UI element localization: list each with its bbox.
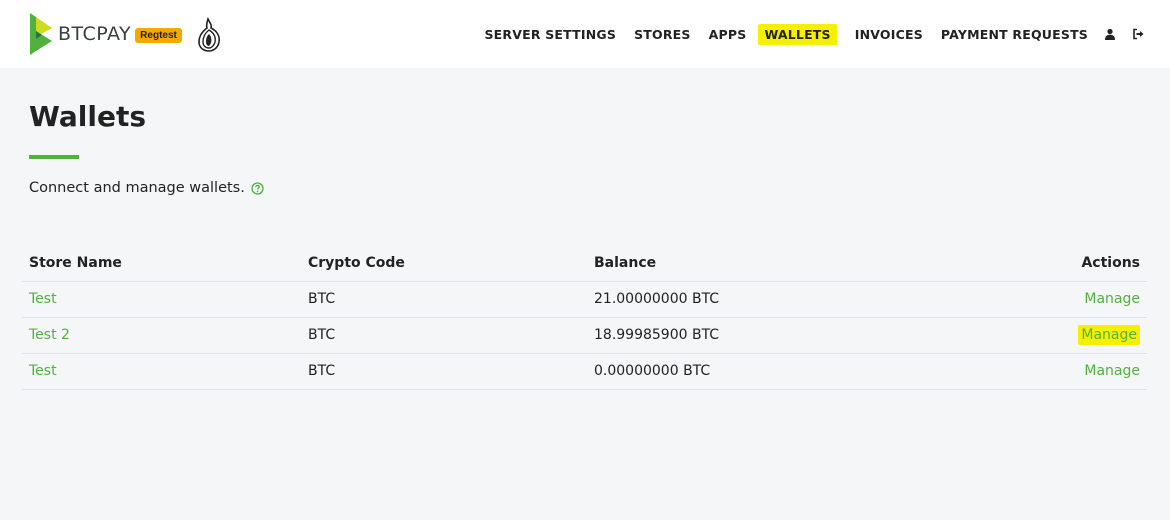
regtest-badge: Regtest: [135, 27, 182, 43]
nav-wallets[interactable]: WALLETS: [758, 23, 837, 45]
page-title: Wallets: [29, 100, 147, 133]
help-icon[interactable]: [251, 181, 264, 195]
header-balance: Balance: [587, 246, 887, 282]
tor-onion-icon: [198, 16, 220, 52]
nav-apps[interactable]: APPS: [709, 27, 747, 42]
header-actions: Actions: [887, 246, 1147, 282]
top-navbar: BTCPAY Regtest SERVER SETTINGS STORES AP…: [0, 0, 1170, 68]
crypto-code: BTC: [301, 281, 587, 318]
manage-link[interactable]: Manage: [1084, 291, 1140, 307]
nav-payment-requests[interactable]: PAYMENT REQUESTS: [941, 27, 1088, 42]
table-row: Test BTC 21.00000000 BTC Manage: [22, 281, 1147, 318]
store-link[interactable]: Test: [29, 291, 57, 307]
manage-link[interactable]: Manage: [1078, 325, 1140, 345]
store-link[interactable]: Test: [29, 363, 57, 379]
subtitle-text: Connect and manage wallets.: [29, 180, 245, 196]
balance: 0.00000000 BTC: [587, 353, 887, 390]
header-crypto-code: Crypto Code: [301, 246, 587, 282]
header-store-name: Store Name: [22, 246, 301, 282]
brand-logo[interactable]: BTCPAY Regtest: [28, 11, 182, 57]
user-icon[interactable]: [1104, 28, 1116, 40]
balance: 18.99985900 BTC: [587, 317, 887, 354]
wallets-table: Store Name Crypto Code Balance Actions T…: [22, 246, 1147, 390]
btcpay-logo-icon: [30, 13, 52, 55]
table-row: Test BTC 0.00000000 BTC Manage: [22, 353, 1147, 390]
nav-invoices[interactable]: INVOICES: [855, 27, 923, 42]
title-underline: [29, 155, 79, 159]
table-header-row: Store Name Crypto Code Balance Actions: [22, 246, 1147, 282]
page-subtitle: Connect and manage wallets.: [29, 180, 264, 196]
crypto-code: BTC: [301, 353, 587, 390]
store-link[interactable]: Test 2: [29, 327, 70, 343]
logout-icon[interactable]: [1132, 28, 1144, 40]
crypto-code: BTC: [301, 317, 587, 354]
main-nav: SERVER SETTINGS STORES APPS WALLETS INVO…: [466, 22, 1144, 46]
manage-link[interactable]: Manage: [1084, 363, 1140, 379]
table-row: Test 2 BTC 18.99985900 BTC Manage: [22, 317, 1147, 354]
balance: 21.00000000 BTC: [587, 281, 887, 318]
nav-server-settings[interactable]: SERVER SETTINGS: [484, 27, 616, 42]
nav-stores[interactable]: STORES: [634, 27, 691, 42]
brand-name: BTCPAY: [58, 23, 132, 45]
